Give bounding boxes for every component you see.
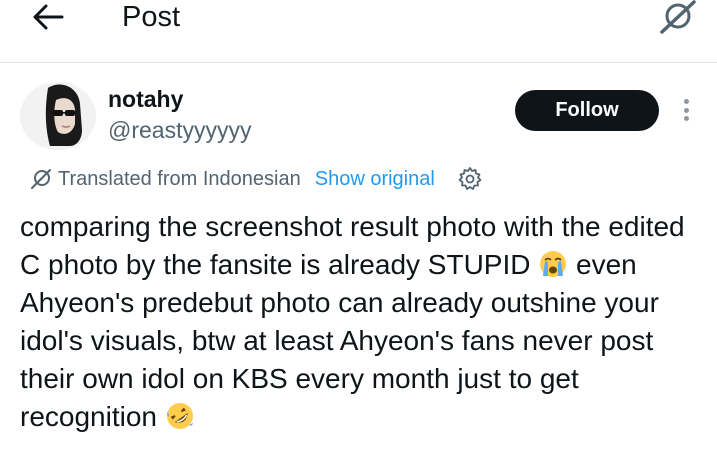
follow-button[interactable]: Follow bbox=[515, 90, 659, 131]
back-button[interactable] bbox=[28, 0, 68, 34]
page-title: Post bbox=[122, 1, 181, 33]
show-original-link[interactable]: Show original bbox=[315, 168, 435, 191]
author-handle[interactable]: @reastyyyyyy bbox=[108, 117, 251, 144]
translate-icon bbox=[31, 169, 51, 189]
arrow-left-icon bbox=[33, 4, 64, 30]
gear-icon[interactable] bbox=[457, 166, 483, 192]
more-vertical-icon[interactable] bbox=[676, 96, 696, 124]
avatar[interactable] bbox=[20, 82, 96, 150]
grok-icon[interactable] bbox=[654, 0, 698, 36]
loudly-crying-face-emoji bbox=[540, 251, 567, 277]
translation-bar: Translated from Indonesian Show original bbox=[30, 165, 483, 193]
author-display-name[interactable]: notahy bbox=[108, 86, 183, 113]
tweet-text: comparing the screenshot result photo wi… bbox=[20, 208, 710, 436]
top-bar: Post bbox=[0, 0, 717, 63]
translated-label: Translated from Indonesian bbox=[58, 167, 301, 190]
rolling-on-floor-laughing-emoji bbox=[166, 403, 193, 429]
